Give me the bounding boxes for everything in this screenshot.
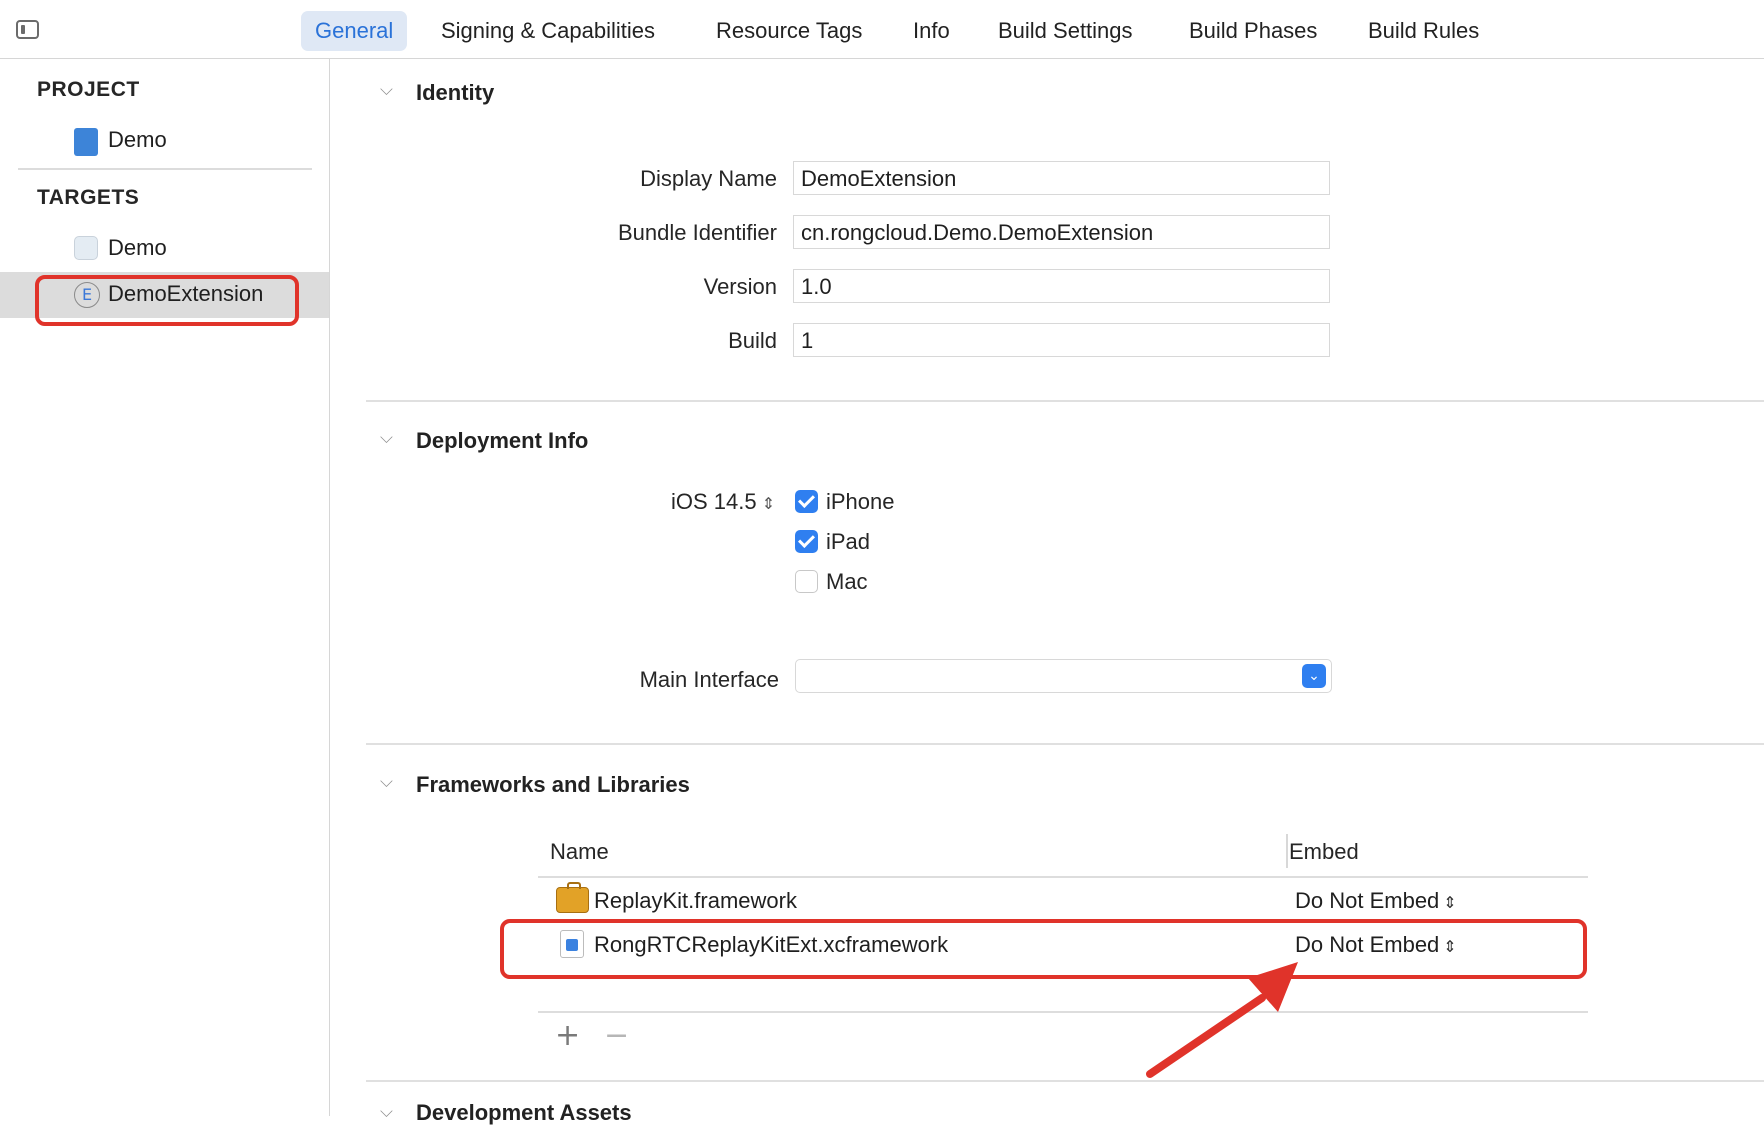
- section-title-development-assets: Development Assets: [416, 1100, 632, 1125]
- annotation-arrow: [1146, 962, 1298, 1078]
- chevron-down-icon[interactable]: ⌵: [380, 1102, 393, 1122]
